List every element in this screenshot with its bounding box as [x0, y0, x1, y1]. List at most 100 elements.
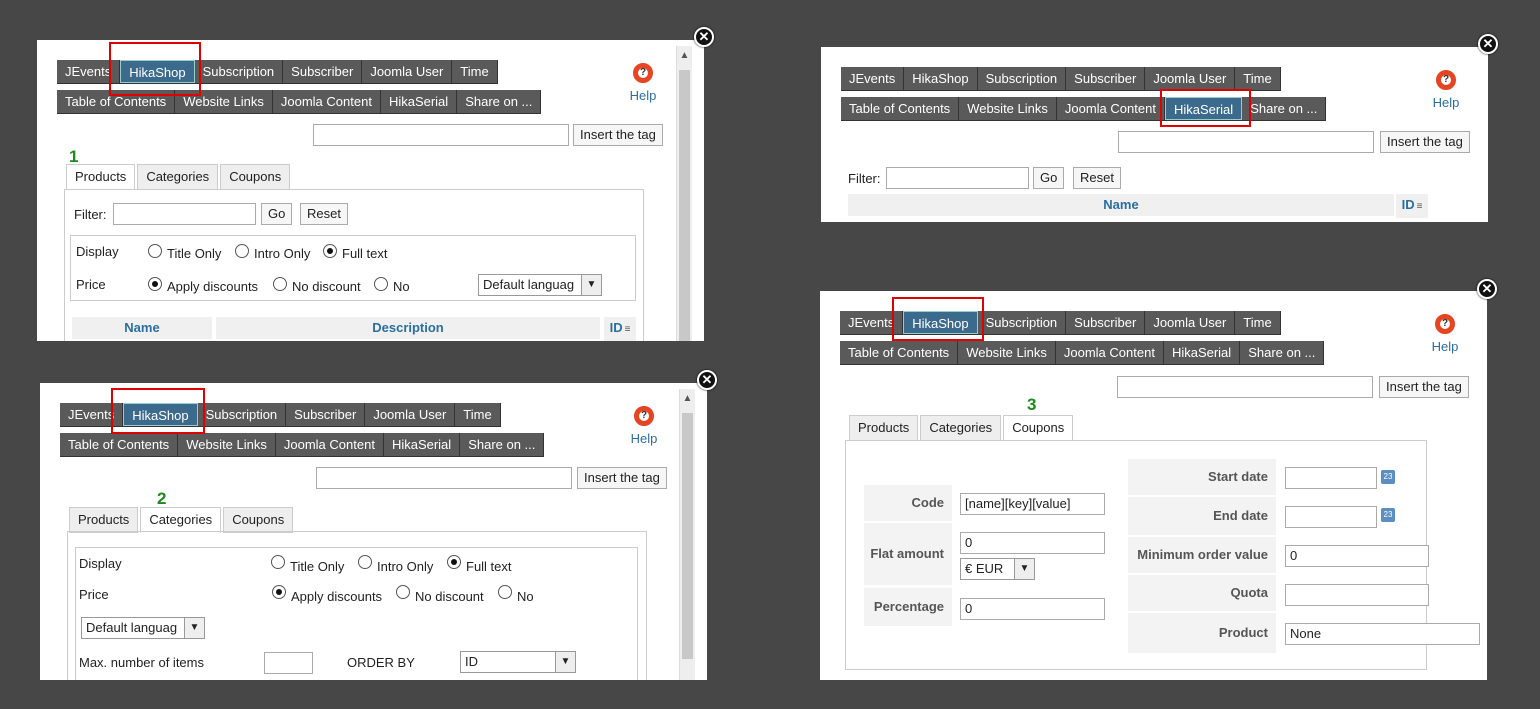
tab-joomla-content[interactable]: Joomla Content [1057, 97, 1165, 120]
end-date-input[interactable] [1285, 506, 1377, 528]
go-button[interactable]: Go [261, 203, 293, 225]
product-input[interactable]: None [1285, 623, 1480, 645]
tab-website-links[interactable]: Website Links [959, 97, 1057, 120]
radio-apply-discounts[interactable] [272, 585, 286, 599]
scrollbar[interactable]: ▲ [679, 389, 695, 680]
tab-hikaserial[interactable]: HikaSerial [384, 433, 461, 456]
close-icon[interactable]: ✕ [694, 27, 714, 47]
tab-share-on[interactable]: Share on ... [457, 90, 542, 113]
subtab-categories[interactable]: Categories [920, 415, 1002, 441]
go-button[interactable]: Go [1033, 167, 1065, 189]
col-description[interactable]: Description [216, 317, 600, 339]
tab-website-links[interactable]: Website Links [958, 341, 1056, 364]
tab-time[interactable]: Time [1235, 311, 1281, 334]
help-link[interactable]: ? Help [626, 403, 662, 446]
tab-hikaserial[interactable]: HikaSerial [381, 90, 458, 113]
tab-share-on[interactable]: Share on ... [1240, 341, 1325, 364]
tab-subscriber[interactable]: Subscriber [286, 403, 366, 426]
subtab-categories[interactable]: Categories [140, 507, 222, 533]
min-order-input[interactable]: 0 [1285, 545, 1429, 567]
radio-intro-only[interactable] [235, 244, 249, 258]
tab-time[interactable]: Time [1235, 67, 1281, 90]
subtab-products[interactable]: Products [69, 507, 139, 533]
subtab-coupons[interactable]: Coupons [220, 164, 291, 190]
tab-joomla-user[interactable]: Joomla User [365, 403, 456, 426]
radio-full-text[interactable] [323, 244, 337, 258]
percentage-input[interactable]: 0 [960, 598, 1105, 620]
insert-tag-button[interactable]: Insert the tag [573, 124, 663, 146]
radio-no-discount[interactable] [273, 277, 287, 291]
close-icon[interactable]: ✕ [1477, 279, 1497, 299]
radio-no[interactable] [498, 585, 512, 599]
quota-input[interactable] [1285, 584, 1429, 606]
radio-no-discount[interactable] [396, 585, 410, 599]
help-link[interactable]: ? Help [625, 60, 661, 103]
tab-share-on[interactable]: Share on ... [460, 433, 545, 456]
radio-apply-discounts[interactable] [148, 277, 162, 291]
tab-joomla-user[interactable]: Joomla User [1145, 67, 1236, 90]
insert-tag-button[interactable]: Insert the tag [1380, 131, 1470, 153]
col-name[interactable]: Name [848, 194, 1394, 216]
tag-input[interactable] [313, 124, 569, 146]
tab-subscription[interactable]: Subscription [198, 403, 287, 426]
help-link[interactable]: ? Help [1428, 67, 1464, 110]
tab-joomla-content[interactable]: Joomla Content [1056, 341, 1164, 364]
col-id[interactable]: ID ≡ [604, 317, 636, 341]
calendar-icon[interactable]: 23 [1381, 470, 1395, 484]
code-input[interactable]: [name][key][value] [960, 493, 1105, 515]
tab-hikaserial[interactable]: HikaSerial [1164, 341, 1241, 364]
tab-joomla-content[interactable]: Joomla Content [273, 90, 381, 113]
flat-amount-input[interactable]: 0 [960, 532, 1105, 554]
radio-title-only[interactable] [271, 555, 285, 569]
max-items-input[interactable] [264, 652, 313, 674]
tab-joomla-user[interactable]: Joomla User [1145, 311, 1236, 334]
scrollbar[interactable]: ▲ [676, 46, 692, 341]
reset-button[interactable]: Reset [300, 203, 348, 225]
tab-subscription[interactable]: Subscription [195, 60, 284, 83]
radio-intro-only[interactable] [358, 555, 372, 569]
radio-title-only[interactable] [148, 244, 162, 258]
start-date-input[interactable] [1285, 467, 1377, 489]
tab-joomla-content[interactable]: Joomla Content [276, 433, 384, 456]
subtab-coupons[interactable]: Coupons [1003, 415, 1074, 441]
tab-subscription[interactable]: Subscription [978, 311, 1067, 334]
col-id[interactable]: ID ≡ [1396, 194, 1428, 218]
tab-subscription[interactable]: Subscription [978, 67, 1067, 90]
tag-input[interactable] [1118, 131, 1374, 153]
tab-time[interactable]: Time [455, 403, 501, 426]
tab-jevents[interactable]: JEvents [841, 67, 905, 90]
tag-input[interactable] [1117, 376, 1373, 398]
radio-no[interactable] [374, 277, 388, 291]
col-name[interactable]: Name [72, 317, 212, 339]
currency-select[interactable]: € EUR ▼ [960, 558, 1035, 580]
tab-table-of-contents[interactable]: Table of Contents [60, 433, 179, 456]
tab-table-of-contents[interactable]: Table of Contents [841, 97, 960, 120]
subtab-coupons[interactable]: Coupons [223, 507, 294, 533]
insert-tag-button[interactable]: Insert the tag [1379, 376, 1469, 398]
filter-input[interactable] [886, 167, 1029, 189]
scroll-thumb[interactable] [679, 70, 690, 341]
tab-website-links[interactable]: Website Links [178, 433, 276, 456]
subtab-products[interactable]: Products [66, 164, 136, 190]
language-select[interactable]: Default languag ▼ [81, 617, 205, 639]
tab-subscriber[interactable]: Subscriber [1066, 311, 1146, 334]
reset-button[interactable]: Reset [1073, 167, 1121, 189]
calendar-icon[interactable]: 23 [1381, 508, 1395, 522]
tab-hikashop[interactable]: HikaShop [904, 67, 978, 90]
language-select[interactable]: Default languag ▼ [478, 274, 602, 296]
tab-table-of-contents[interactable]: Table of Contents [840, 341, 959, 364]
scroll-thumb[interactable] [682, 413, 693, 659]
tab-time[interactable]: Time [452, 60, 498, 83]
close-icon[interactable]: ✕ [697, 370, 717, 390]
tab-subscriber[interactable]: Subscriber [1066, 67, 1146, 90]
tab-subscriber[interactable]: Subscriber [283, 60, 363, 83]
order-by-select[interactable]: ID ▼ [460, 651, 576, 673]
help-link[interactable]: ? Help [1427, 311, 1463, 354]
radio-full-text[interactable] [447, 555, 461, 569]
subtab-categories[interactable]: Categories [137, 164, 219, 190]
tab-share-on[interactable]: Share on ... [1242, 97, 1327, 120]
subtab-products[interactable]: Products [849, 415, 919, 441]
tag-input[interactable] [316, 467, 572, 489]
insert-tag-button[interactable]: Insert the tag [577, 467, 667, 489]
tab-joomla-user[interactable]: Joomla User [362, 60, 453, 83]
